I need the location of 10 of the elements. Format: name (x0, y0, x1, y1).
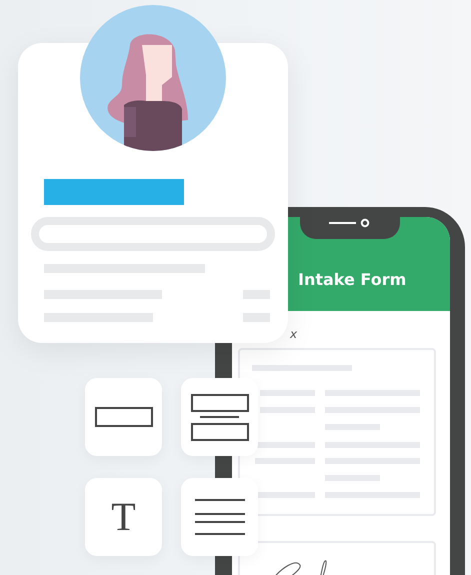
paragraph-icon (194, 499, 244, 535)
text-tool-glyph: T (111, 495, 136, 539)
signature-mark: x (290, 327, 298, 341)
tool-tile[interactable] (85, 378, 162, 456)
tool-tile[interactable] (181, 478, 258, 556)
field-icon (94, 407, 152, 427)
form-title: Intake Form (298, 270, 406, 288)
form-icon (190, 394, 248, 440)
tool-tile[interactable]: T (85, 478, 162, 556)
tool-tile[interactable] (181, 378, 258, 456)
